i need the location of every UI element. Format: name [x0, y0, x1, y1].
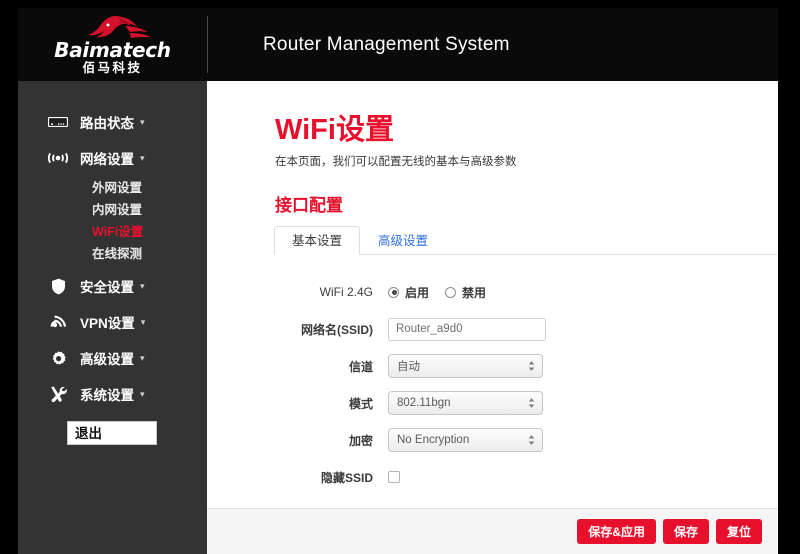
form-row-encryption: 加密 No Encryption [275, 422, 778, 458]
sidebar-group-network: 网络设置 ▾ 外网设置 内网设置 WiFi设置 在线探测 [18, 140, 207, 268]
sidebar-item-label: 路由状态 [80, 116, 134, 131]
mode-select[interactable]: 802.11bgn [388, 391, 543, 415]
ssid-input[interactable] [388, 317, 546, 341]
chevron-down-icon: ▾ [140, 316, 146, 327]
tools-icon [47, 385, 69, 403]
radio-label: 禁用 [462, 285, 487, 300]
form-row-ssid: 网络名(SSID) [275, 311, 778, 347]
form-footer: 保存&应用 保存 复位 [207, 508, 778, 554]
sidebar-item-system[interactable]: 系统设置 ▾ [18, 376, 207, 412]
reset-button[interactable]: 复位 [715, 519, 762, 544]
ssid-label: 网络名(SSID) [300, 322, 373, 337]
hide-ssid-label: 隐藏SSID [320, 470, 373, 485]
chevron-down-icon: ▾ [140, 116, 145, 127]
tab-basic-settings[interactable]: 基本设置 [274, 226, 361, 255]
radio-indicator-off [445, 286, 457, 298]
page-title: WiFi设置 [275, 114, 394, 146]
app-window: Baimatech 佰马科技 Router Management System [18, 8, 778, 554]
brand-name-cn: 佰马科技 [82, 60, 143, 75]
form-row-wifi24: WiFi 2.4G 启用 禁用 [275, 274, 778, 310]
mode-label: 模式 [348, 396, 373, 411]
horse-head-icon [87, 15, 151, 38]
radio-indicator-on [388, 286, 399, 298]
channel-label: 信道 [348, 359, 373, 374]
sidebar-item-lan[interactable]: 内网设置 [18, 199, 207, 221]
page-subtitle: 在本页面，我们可以配置无线的基本与高级参数 [275, 156, 517, 168]
sidebar-group-advanced: 高级设置 ▾ [18, 340, 207, 376]
header-divider [207, 16, 208, 73]
logout-button[interactable]: 退出 [67, 421, 157, 445]
sidebar-group-router-status: 路由状态 ▾ [18, 104, 207, 140]
sidebar-item-label: 网络设置 [80, 152, 134, 167]
chevron-down-icon: ▾ [140, 388, 145, 399]
radio-label: 启用 [405, 285, 430, 300]
main-content: WiFi设置 在本页面，我们可以配置无线的基本与高级参数 接口配置 基本设置 高… [207, 81, 778, 554]
channel-select[interactable]: 自动 [388, 354, 543, 378]
sidebar-item-security[interactable]: 安全设置 ▾ [18, 268, 207, 304]
wifi-settings-form: WiFi 2.4G 启用 禁用 网络名(SSID) Router_a9d0 信道… [275, 255, 778, 495]
sidebar-nav: 路由状态 ▾ 网络设置 ▾ 外网设置 内网设置 WiFi设置 在线探测 安全设置… [18, 81, 207, 554]
sidebar-item-wifi[interactable]: WiFi设置 [18, 221, 207, 243]
sidebar-item-label: VPN设置 [80, 316, 135, 331]
section-title: 接口配置 [275, 196, 343, 215]
broadcast-icon [47, 149, 69, 167]
chevron-down-icon: ▾ [140, 152, 145, 163]
stepper-arrows-icon [528, 361, 535, 372]
sidebar-item-label: 系统设置 [80, 388, 134, 403]
channel-value: 自动 [397, 361, 420, 373]
page-title-header: Router Management System [263, 33, 510, 55]
sidebar-group-security: 安全设置 ▾ [18, 268, 207, 304]
sidebar-subnav-network: 外网设置 内网设置 WiFi设置 在线探测 [18, 176, 207, 268]
wifi24-label: WiFi 2.4G [319, 285, 373, 299]
encryption-select[interactable]: No Encryption [388, 428, 543, 452]
sidebar-item-vpn[interactable]: VPN设置 ▾ [18, 304, 207, 340]
chevron-down-icon: ▾ [140, 280, 145, 291]
form-row-hide-ssid: 隐藏SSID [275, 459, 778, 495]
sidebar-item-label: 高级设置 [80, 352, 134, 367]
sidebar-item-advanced[interactable]: 高级设置 ▾ [18, 340, 207, 376]
signal-wave-icon [47, 313, 69, 331]
tab-advanced-settings[interactable]: 高级设置 [360, 226, 446, 255]
sidebar-item-wan[interactable]: 外网设置 [18, 177, 207, 199]
encryption-label: 加密 [348, 433, 373, 448]
stepper-arrows-icon [528, 435, 535, 446]
sidebar-item-network[interactable]: 网络设置 ▾ [18, 140, 207, 176]
hide-ssid-checkbox[interactable] [388, 471, 400, 483]
save-and-apply-button[interactable]: 保存&应用 [577, 519, 656, 544]
sidebar-item-router-status[interactable]: 路由状态 ▾ [18, 104, 207, 140]
save-button[interactable]: 保存 [662, 519, 709, 544]
gear-icon [47, 349, 69, 367]
sidebar-item-label: 安全设置 [80, 280, 134, 295]
tab-bar: 基本设置 高级设置 [274, 225, 777, 255]
brand-logo[interactable]: Baimatech 佰马科技 [18, 8, 207, 81]
app-header: Baimatech 佰马科技 Router Management System [18, 8, 778, 81]
sidebar-group-system: 系统设置 ▾ [18, 376, 207, 412]
shield-icon [47, 277, 69, 295]
encryption-value: No Encryption [397, 434, 470, 446]
form-row-mode: 模式 802.11bgn [275, 385, 778, 421]
sidebar-group-vpn: VPN设置 ▾ [18, 304, 207, 340]
sidebar-item-online-detect[interactable]: 在线探测 [18, 243, 207, 265]
wifi24-radio-disable[interactable]: 禁用 [445, 284, 486, 301]
form-row-channel: 信道 自动 [275, 348, 778, 384]
chevron-down-icon: ▾ [140, 352, 145, 363]
stepper-arrows-icon [528, 398, 535, 409]
wifi24-radio-group: 启用 禁用 [388, 284, 502, 301]
mode-value: 802.11bgn [397, 397, 451, 409]
wifi24-radio-enable[interactable]: 启用 [388, 284, 429, 301]
router-icon [47, 113, 69, 131]
brand-name-en: Baimatech [54, 37, 171, 62]
